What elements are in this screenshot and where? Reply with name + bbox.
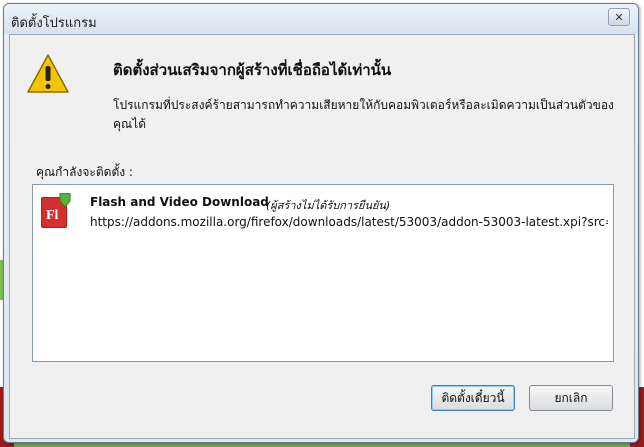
close-button[interactable]: ✕	[608, 8, 630, 26]
dialog-heading: ติดตั้งส่วนเสริมจากผู้สร้างที่เชื่อถือได…	[113, 61, 392, 79]
addon-name: Flash and Video Download	[90, 195, 269, 209]
flash-addon-icon: Fl	[41, 193, 71, 228]
addon-verification-note: (ผู้สร้างไม่ได้รับการยืนยัน)	[266, 199, 391, 212]
warning-icon	[27, 54, 69, 93]
window-title: ติดตั้งโปรแกรม	[11, 16, 97, 31]
addon-list[interactable]: Fl Flash and Video Download (ผู้สร้างไม่…	[32, 184, 614, 362]
addon-url: https://addons.mozilla.org/firefox/downl…	[90, 215, 608, 229]
cancel-button[interactable]: ยกเลิก	[529, 385, 613, 411]
title-bar[interactable]: ติดตั้งโปรแกรม ✕	[4, 4, 638, 34]
install-now-button[interactable]: ติดตั้งเดี๋ยวนี้	[431, 385, 515, 411]
install-dialog-window: ติดตั้งโปรแกรม ✕ ติดตั้งส่วนเสริมจากผู้ส…	[3, 3, 639, 443]
dialog-content: ติดตั้งส่วนเสริมจากผู้สร้างที่เชื่อถือได…	[9, 34, 635, 439]
installing-label: คุณกำลังจะติดตั้ง :	[36, 165, 133, 179]
close-icon: ✕	[614, 10, 624, 24]
flash-icon-text: Fl	[46, 208, 59, 223]
dialog-description: โปรแกรมที่ประสงค์ร้ายสามารถทำความเสียหาย…	[113, 98, 614, 131]
